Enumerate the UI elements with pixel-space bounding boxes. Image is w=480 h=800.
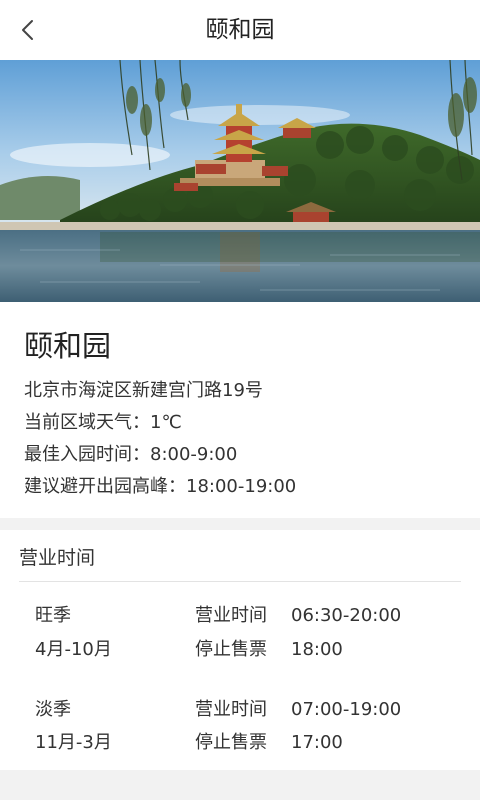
page-title: 颐和园 — [205, 17, 275, 43]
open-hours-label: 营业时间 — [195, 699, 267, 720]
ticket-stop-label: 停止售票 — [195, 732, 267, 753]
app-root: 颐和园 颐和园 北京市海淀区新建宫门路19号 当前区域天气：1℃ 最佳入园时间：… — [0, 0, 480, 800]
open-hours-value: 06:30-20:00 — [291, 605, 402, 626]
hero-image — [0, 60, 480, 302]
ticket-stop-label: 停止售票 — [195, 639, 267, 660]
avoid-peak-time: 建议避开出园高峰：18:00-19:00 — [24, 476, 297, 497]
season-months: 11月-3月 — [35, 732, 112, 753]
ticket-stop-value: 18:00 — [291, 639, 343, 660]
weather-info: 当前区域天气：1℃ — [24, 412, 182, 433]
open-hours-label: 营业时间 — [195, 605, 267, 626]
season-name: 旺季 — [35, 605, 71, 626]
season-months: 4月-10月 — [35, 639, 112, 660]
best-entry-time: 最佳入园时间：8:00-9:00 — [24, 444, 238, 465]
open-hours-value: 07:00-19:00 — [291, 699, 402, 720]
opening-hours-card: 营业时间 旺季 营业时间 06:30-20:00 4月-10月 停止售票 18:… — [0, 530, 480, 770]
place-address: 北京市海淀区新建宫门路19号 — [24, 380, 263, 401]
bottom-spacer — [0, 770, 480, 800]
place-info-card: 颐和园 北京市海淀区新建宫门路19号 当前区域天气：1℃ 最佳入园时间：8:00… — [0, 302, 480, 518]
hours-section-title: 营业时间 — [19, 547, 96, 569]
top-bar: 颐和园 — [0, 0, 480, 60]
season-name: 淡季 — [35, 699, 71, 720]
place-name: 颐和园 — [24, 329, 112, 363]
section-divider — [19, 581, 461, 582]
ticket-stop-value: 17:00 — [291, 732, 343, 753]
